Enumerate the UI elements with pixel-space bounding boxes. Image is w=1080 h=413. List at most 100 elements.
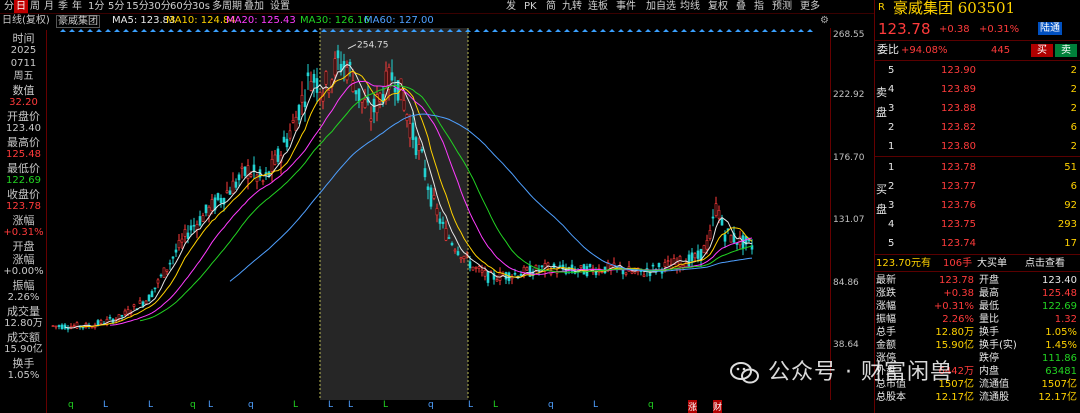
tool-button-3[interactable]: 九转 xyxy=(562,0,582,13)
event-arrow[interactable] xyxy=(267,29,273,32)
event-arrow[interactable] xyxy=(114,29,120,32)
event-arrow[interactable] xyxy=(294,29,300,32)
bids-price[interactable]: 123.76 xyxy=(941,199,976,212)
event-arrow[interactable] xyxy=(528,29,534,32)
event-arrow[interactable] xyxy=(141,29,147,32)
tool-button-4[interactable]: 连板 xyxy=(588,0,608,13)
event-marker[interactable]: q xyxy=(648,400,654,410)
event-arrow[interactable] xyxy=(177,29,183,32)
bids-price[interactable]: 123.78 xyxy=(941,161,976,174)
event-arrow[interactable] xyxy=(96,29,102,32)
event-arrow[interactable] xyxy=(555,29,561,32)
event-arrow[interactable] xyxy=(276,29,282,32)
hsgt-tag[interactable]: 陆通 xyxy=(1038,22,1062,35)
tool-button-5[interactable]: 事件 xyxy=(616,0,636,13)
event-arrow[interactable] xyxy=(249,29,255,32)
event-marker[interactable]: L xyxy=(328,400,333,410)
event-arrow[interactable] xyxy=(636,29,642,32)
event-marker[interactable]: q xyxy=(248,400,254,410)
event-arrow[interactable] xyxy=(771,29,777,32)
event-marker[interactable]: L xyxy=(593,400,598,410)
bids-price[interactable]: 123.77 xyxy=(941,180,976,193)
event-arrow[interactable] xyxy=(510,29,516,32)
settings-gear-icon[interactable]: ⚙ xyxy=(820,14,829,28)
event-arrow[interactable] xyxy=(645,29,651,32)
bigorder-link[interactable]: 点击查看 xyxy=(1025,257,1065,270)
event-marker[interactable]: 涨 xyxy=(688,400,698,413)
event-arrow[interactable] xyxy=(546,29,552,32)
event-arrow[interactable] xyxy=(690,29,696,32)
event-arrow[interactable] xyxy=(663,29,669,32)
event-arrow[interactable] xyxy=(564,29,570,32)
event-arrow[interactable] xyxy=(609,29,615,32)
event-arrow[interactable] xyxy=(105,29,111,32)
kline-svg[interactable]: 254.75 xyxy=(48,28,830,400)
event-marker[interactable]: q xyxy=(548,400,554,410)
event-arrow[interactable] xyxy=(240,29,246,32)
period-tab-2[interactable]: 周 xyxy=(28,0,42,13)
event-arrow[interactable] xyxy=(735,29,741,32)
event-marker[interactable]: L xyxy=(148,400,153,410)
event-arrow[interactable] xyxy=(231,29,237,32)
event-arrow[interactable] xyxy=(123,29,129,32)
event-arrow[interactable] xyxy=(222,29,228,32)
asks-price[interactable]: 123.80 xyxy=(941,140,976,153)
event-arrow[interactable] xyxy=(519,29,525,32)
period-tab-3[interactable]: 月 xyxy=(42,0,56,13)
event-arrow[interactable] xyxy=(762,29,768,32)
event-marker[interactable]: L xyxy=(383,400,388,410)
event-arrow[interactable] xyxy=(312,29,318,32)
event-marker[interactable]: L xyxy=(293,400,298,410)
event-arrow[interactable] xyxy=(717,29,723,32)
event-arrow[interactable] xyxy=(69,29,75,32)
event-arrow[interactable] xyxy=(258,29,264,32)
sell-button[interactable]: 卖 xyxy=(1055,44,1077,57)
asks-price[interactable]: 123.90 xyxy=(941,64,976,77)
asks-price[interactable]: 123.82 xyxy=(941,121,976,134)
event-arrow[interactable] xyxy=(699,29,705,32)
kline-chart[interactable]: 254.75 xyxy=(48,28,830,400)
event-arrow[interactable] xyxy=(681,29,687,32)
event-marker[interactable]: L xyxy=(348,400,353,410)
event-arrow[interactable] xyxy=(492,29,498,32)
event-marker[interactable]: L xyxy=(493,400,498,410)
event-arrow[interactable] xyxy=(726,29,732,32)
event-arrow[interactable] xyxy=(78,29,84,32)
event-arrow[interactable] xyxy=(186,29,192,32)
period-tab-13[interactable]: 叠加 xyxy=(242,0,266,13)
event-arrow[interactable] xyxy=(159,29,165,32)
event-arrow[interactable] xyxy=(303,29,309,32)
event-arrow[interactable] xyxy=(744,29,750,32)
event-marker[interactable]: q xyxy=(190,400,196,410)
event-arrow[interactable] xyxy=(213,29,219,32)
event-arrow[interactable] xyxy=(87,29,93,32)
event-arrow[interactable] xyxy=(582,29,588,32)
event-arrow[interactable] xyxy=(708,29,714,32)
tool-button-0[interactable]: 发 xyxy=(506,0,516,13)
event-arrow[interactable] xyxy=(807,29,813,32)
tool-button-12[interactable]: 更多 xyxy=(800,0,820,13)
event-marker[interactable]: L xyxy=(468,400,473,410)
event-arrow[interactable] xyxy=(168,29,174,32)
tool-button-6[interactable]: 加自选 xyxy=(646,0,676,13)
event-marker[interactable]: q xyxy=(68,400,74,410)
event-arrow[interactable] xyxy=(591,29,597,32)
period-tab-12[interactable]: 多周期 xyxy=(210,0,244,13)
event-arrow[interactable] xyxy=(618,29,624,32)
event-arrow[interactable] xyxy=(132,29,138,32)
period-tab-5[interactable]: 年 xyxy=(70,0,84,13)
asks-price[interactable]: 123.88 xyxy=(941,102,976,115)
tool-button-10[interactable]: 指 xyxy=(754,0,764,13)
event-arrow[interactable] xyxy=(285,29,291,32)
bids-price[interactable]: 123.74 xyxy=(941,237,976,250)
event-arrow[interactable] xyxy=(789,29,795,32)
event-arrow[interactable] xyxy=(600,29,606,32)
event-arrow[interactable] xyxy=(204,29,210,32)
event-marker[interactable]: L xyxy=(208,400,213,410)
event-arrow[interactable] xyxy=(474,29,480,32)
bids-price[interactable]: 123.75 xyxy=(941,218,976,231)
event-arrow[interactable] xyxy=(753,29,759,32)
event-arrow[interactable] xyxy=(654,29,660,32)
tool-button-8[interactable]: 复权 xyxy=(708,0,728,13)
event-arrow[interactable] xyxy=(672,29,678,32)
